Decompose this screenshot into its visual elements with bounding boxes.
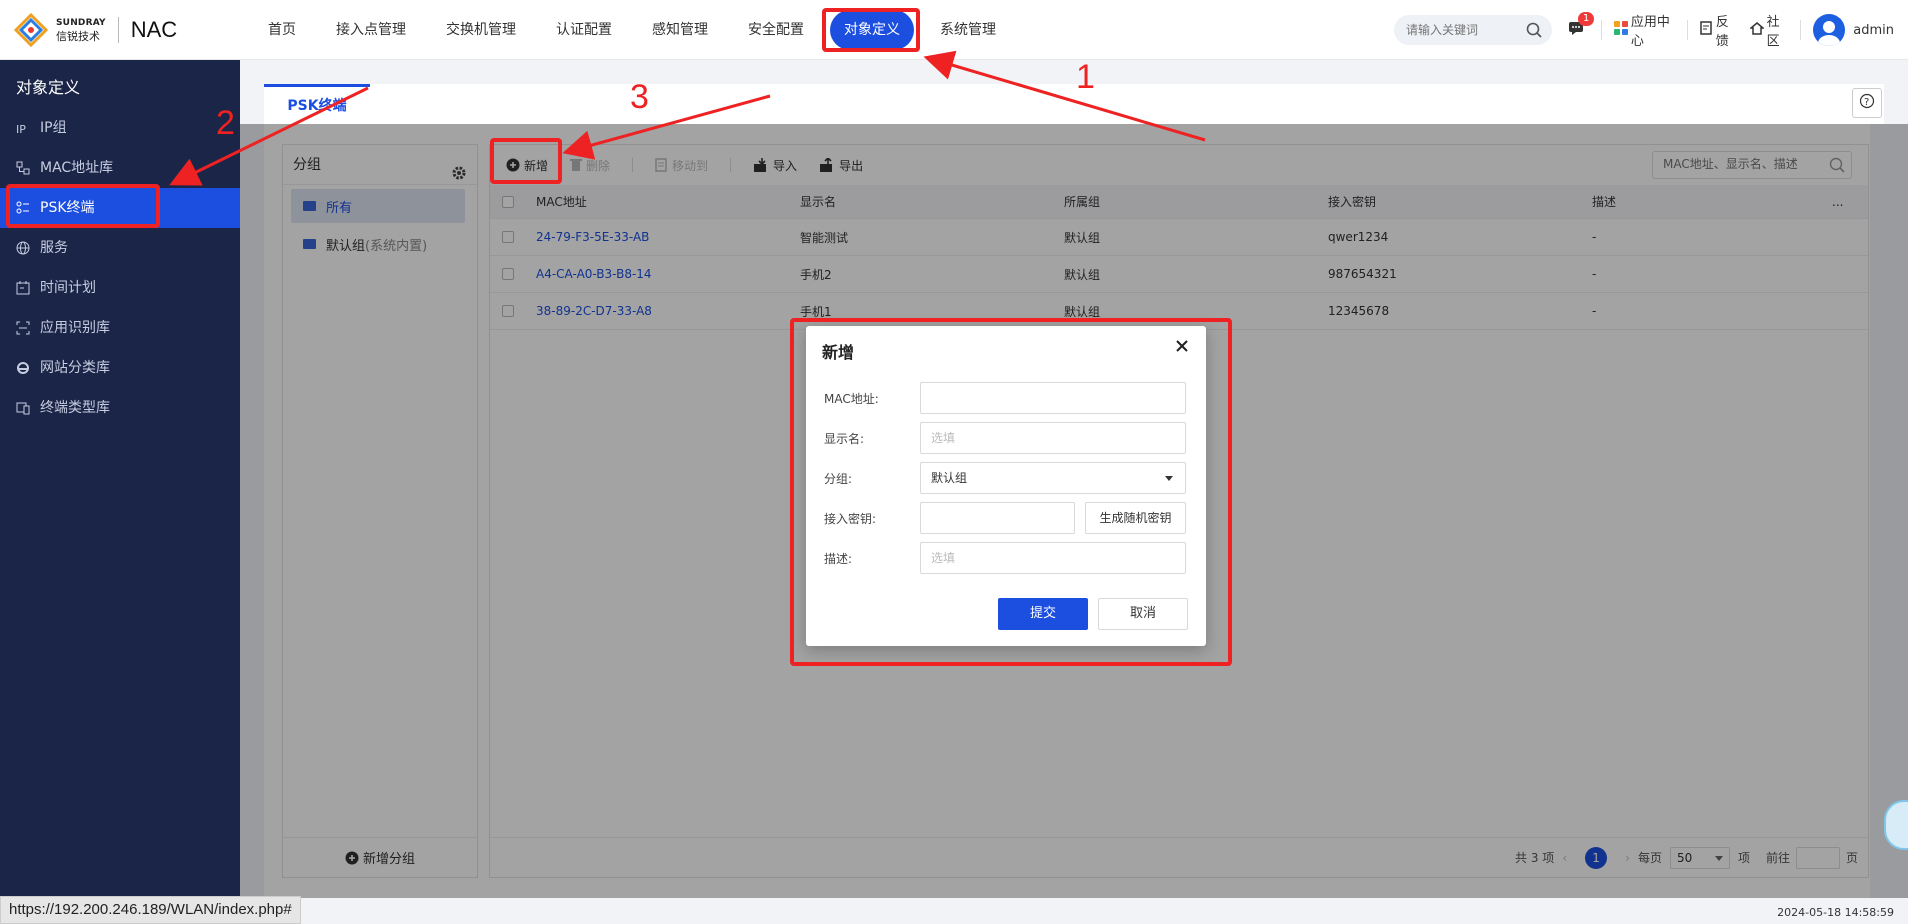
sidebar-item-web-category[interactable]: 网站分类库 — [0, 348, 240, 388]
brand-en: SUNDRAY — [56, 18, 106, 28]
nav-auth-config[interactable]: 认证配置 — [536, 0, 632, 60]
annotation-box-nav — [822, 8, 920, 52]
feedback-label: 反馈 — [1715, 15, 1729, 49]
svg-text:?: ? — [1864, 97, 1869, 108]
community-label: 社区 — [1766, 15, 1780, 49]
mac-icon — [16, 161, 34, 175]
app-center-label: 应用中心 — [1630, 15, 1670, 49]
nav-home[interactable]: 首页 — [248, 0, 316, 60]
help-icon: ? — [1859, 93, 1875, 113]
calendar-icon — [16, 281, 34, 295]
avatar — [1813, 14, 1846, 46]
annotation-number-3: 3 — [630, 78, 649, 116]
home-icon — [1748, 21, 1765, 39]
feedback-icon — [1699, 21, 1713, 39]
nav-perception[interactable]: 感知管理 — [632, 0, 728, 60]
app-center-button[interactable]: 应用中心 — [1613, 11, 1673, 49]
annotation-number-1: 1 — [1076, 58, 1095, 96]
web-icon — [16, 361, 34, 375]
community-button[interactable]: 社区 — [1748, 11, 1787, 49]
message-badge: 1 — [1578, 12, 1595, 26]
top-right-actions: 1 应用中心 反馈 社区 admin — [1568, 0, 1908, 60]
sidebar-item-app-recognition[interactable]: 应用识别库 — [0, 308, 240, 348]
messages-button[interactable]: 1 — [1568, 12, 1595, 39]
feedback-button[interactable]: 反馈 — [1699, 11, 1736, 49]
sidebar-item-schedule[interactable]: 时间计划 — [0, 268, 240, 308]
global-search-input[interactable] — [1406, 20, 1516, 40]
nav-security[interactable]: 安全配置 — [728, 0, 824, 60]
scan-icon — [16, 321, 34, 335]
datetime: 2024-05-18 14:58:59 — [1777, 906, 1894, 919]
sidebar-item-ip-group[interactable]: IP IP组 — [0, 108, 240, 148]
ip-icon: IP — [16, 121, 34, 135]
brand-cn: 信锐技术 — [56, 30, 100, 43]
search-icon[interactable] — [1526, 22, 1542, 42]
app-grid-icon — [1613, 21, 1628, 39]
sidebar-title: 对象定义 — [16, 78, 81, 97]
nav-access-points[interactable]: 接入点管理 — [316, 0, 426, 60]
help-button[interactable]: ? — [1852, 88, 1882, 118]
sidebar-item-device-type[interactable]: 终端类型库 — [0, 388, 240, 428]
annotation-box-add — [490, 138, 562, 184]
device-icon — [16, 401, 34, 415]
annotation-box-dialog — [790, 318, 1232, 666]
global-search[interactable] — [1394, 15, 1552, 45]
nav-switches[interactable]: 交换机管理 — [426, 0, 536, 60]
globe-icon — [16, 241, 34, 255]
nav-system[interactable]: 系统管理 — [920, 0, 1016, 60]
status-url: https://192.200.246.189/WLAN/index.php# — [0, 896, 301, 924]
assistant-widget-icon[interactable] — [1884, 800, 1908, 850]
sidebar-item-services[interactable]: 服务 — [0, 228, 240, 268]
user-menu[interactable]: admin — [1813, 14, 1894, 46]
svg-text:IP: IP — [16, 123, 26, 135]
product-name: NAC — [130, 17, 178, 42]
username: admin — [1853, 22, 1895, 38]
sundray-logo-icon — [13, 12, 49, 48]
logo[interactable]: SUNDRAY 信锐技术 NAC — [13, 12, 178, 48]
annotation-number-2: 2 — [216, 104, 235, 142]
annotation-box-sidebar — [6, 184, 160, 228]
sidebar-item-mac-library[interactable]: MAC地址库 — [0, 148, 240, 188]
tab-bar: PSK终端 — [264, 84, 1884, 124]
top-bar: SUNDRAY 信锐技术 NAC 首页 接入点管理 交换机管理 认证配置 感知管… — [0, 0, 1908, 60]
tab-psk-terminal[interactable]: PSK终端 — [264, 84, 370, 124]
